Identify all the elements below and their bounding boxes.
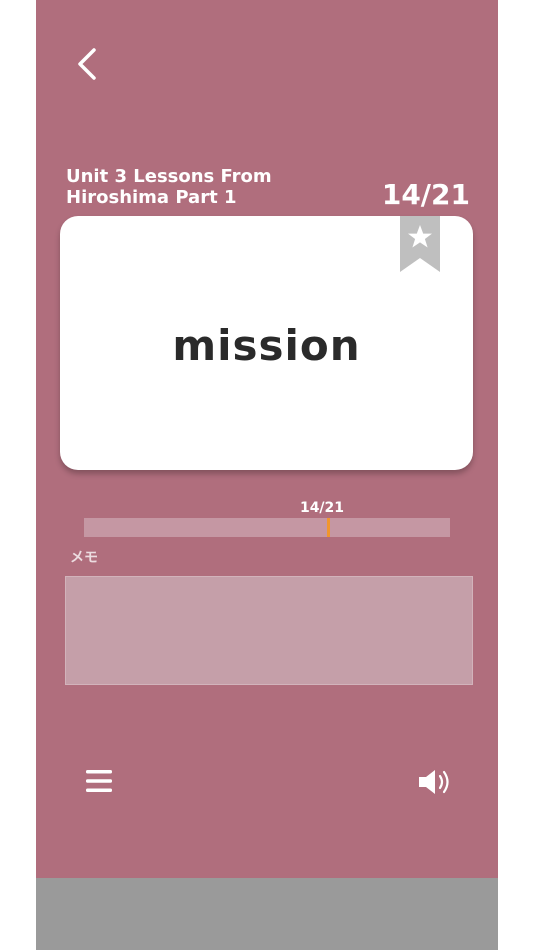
progress-slider[interactable] [84, 518, 450, 537]
back-button[interactable] [72, 42, 106, 86]
memo-label: メモ [70, 550, 98, 566]
progress-marker[interactable] [327, 518, 330, 537]
menu-button[interactable] [84, 768, 114, 794]
flashcard-screen: Unit 3 Lessons From Hiroshima Part 1 14/… [36, 0, 498, 878]
bookmark-button[interactable] [400, 216, 440, 272]
flashcard[interactable]: mission [60, 216, 473, 470]
system-bottom-bar [36, 878, 498, 950]
progress-label: 14/21 [299, 500, 345, 516]
card-counter: 14/21 [381, 178, 470, 211]
flashcard-word: mission [172, 321, 361, 370]
hamburger-menu-icon [86, 770, 112, 792]
star-bookmark-icon [400, 216, 440, 272]
sound-button[interactable] [416, 766, 456, 798]
lesson-title: Unit 3 Lessons From Hiroshima Part 1 [66, 166, 272, 208]
memo-input[interactable] [65, 576, 473, 685]
chevron-left-icon [78, 48, 96, 80]
speaker-icon [419, 770, 449, 794]
